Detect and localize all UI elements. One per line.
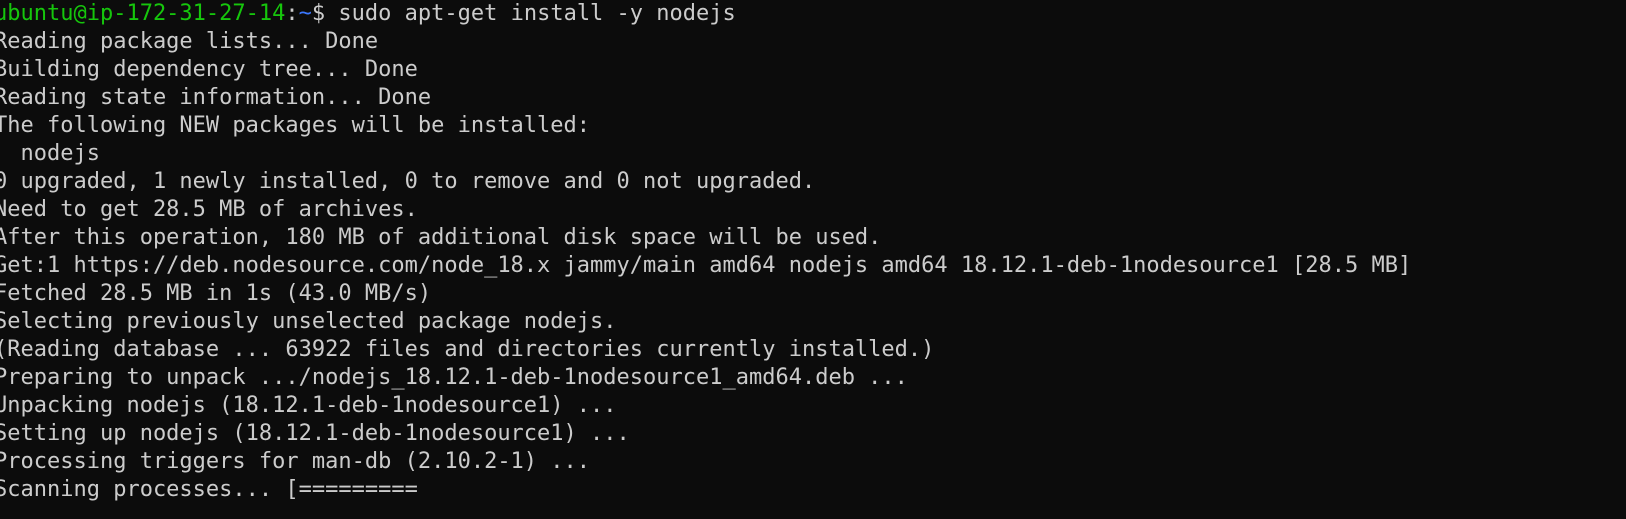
output-line: Unpacking nodejs (18.12.1-deb-1nodesourc… [0,393,617,418]
output-line: Setting up nodejs (18.12.1-deb-1nodesour… [0,421,630,446]
prompt-path: ~ [298,1,312,26]
output-line: Selecting previously unselected package … [0,309,617,334]
prompt-line: ubuntu@ip-172-31-27-14:~$ sudo apt-get i… [0,0,1411,28]
output-line: Fetched 28.5 MB in 1s (43.0 MB/s) [0,281,432,306]
output-line: Need to get 28.5 MB of archives. [0,197,418,222]
output-line: The following NEW packages will be insta… [0,113,591,138]
output-line: Preparing to unpack .../nodejs_18.12.1-d… [0,365,908,390]
output-line: Reading state information... Done [0,85,432,110]
prompt-separator: : [285,1,299,26]
output-line: (Reading database ... 63922 files and di… [0,337,935,362]
command-text: sudo apt-get install -y nodejs [325,1,736,26]
prompt-user-host: ubuntu@ip-172-31-27-14 [0,1,286,26]
output-line: Building dependency tree... Done [0,57,418,82]
output-line: Reading package lists... Done [0,29,379,54]
output-line: 0 upgraded, 1 newly installed, 0 to remo… [0,169,816,194]
terminal-output: ubuntu@ip-172-31-27-14:~$ sudo apt-get i… [0,0,1411,504]
output-line: Processing triggers for man-db (2.10.2-1… [0,449,591,474]
terminal-window[interactable]: ubuntu@ip-172-31-27-14:~$ sudo apt-get i… [0,0,1626,519]
output-line: After this operation, 180 MB of addition… [0,225,882,250]
prompt-symbol: $ [311,1,326,26]
progress-line: Scanning processes... [========= [0,477,418,502]
output-line: nodejs [0,141,100,166]
output-line: Get:1 https://deb.nodesource.com/node_18… [0,253,1412,278]
